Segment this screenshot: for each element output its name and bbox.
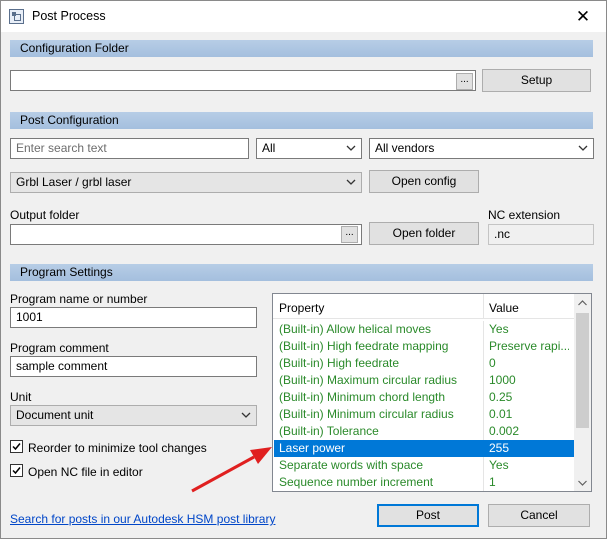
title-bar: Post Process ✕ <box>1 1 606 32</box>
unit-label: Unit <box>10 390 32 404</box>
property-value[interactable]: 255 <box>489 440 569 456</box>
property-value[interactable]: 0.002 <box>489 423 569 439</box>
filter-select-value: All <box>262 141 276 155</box>
property-name: (Built-in) Minimum chord length <box>279 390 446 404</box>
nc-extension-label: NC extension <box>488 208 561 222</box>
property-row[interactable]: Separate words with space Yes <box>274 457 574 474</box>
checkmark-icon <box>12 443 21 451</box>
cancel-button[interactable]: Cancel <box>488 504 590 527</box>
nc-extension-field[interactable]: .nc <box>488 224 594 245</box>
section-program-settings: Program Settings <box>10 264 593 281</box>
scroll-up-icon[interactable] <box>574 294 591 311</box>
property-grid[interactable]: Property Value (Built-in) Allow helical … <box>272 293 592 492</box>
output-folder-field[interactable] <box>10 224 362 245</box>
program-comment-input[interactable]: sample comment <box>10 356 257 377</box>
output-folder-label: Output folder <box>10 208 80 222</box>
property-name: Separate words with space <box>279 458 424 472</box>
property-row[interactable]: (Built-in) Maximum circular radius 1000 <box>274 372 574 389</box>
post-process-dialog: Post Process ✕ Configuration Folder ... … <box>0 0 607 539</box>
scrollbar-thumb[interactable] <box>576 313 589 428</box>
open-folder-button[interactable]: Open folder <box>369 222 479 245</box>
filter-select[interactable]: All <box>256 138 362 159</box>
section-post-configuration: Post Configuration <box>10 112 593 129</box>
post-processor-select-value: Grbl Laser / grbl laser <box>16 175 132 189</box>
chevron-down-icon <box>241 412 251 418</box>
vendor-select[interactable]: All vendors <box>369 138 594 159</box>
config-folder-path-field[interactable] <box>10 70 476 91</box>
program-comment-label: Program comment <box>10 341 109 355</box>
setup-button[interactable]: Setup <box>482 69 591 92</box>
property-grid-header: Property Value <box>273 294 574 319</box>
checkmark-icon <box>12 467 21 475</box>
output-folder-browse-button[interactable]: ... <box>341 226 358 243</box>
window-title: Post Process <box>32 9 106 23</box>
property-row[interactable]: Sequence number increment 1 <box>274 474 574 491</box>
property-name: (Built-in) High feedrate <box>279 356 400 370</box>
property-value[interactable]: Yes <box>489 321 569 337</box>
scroll-down-icon[interactable] <box>574 474 591 491</box>
vendor-select-value: All vendors <box>375 141 435 155</box>
chevron-down-icon <box>346 179 356 185</box>
property-name: (Built-in) High feedrate mapping <box>279 339 449 353</box>
open-config-button[interactable]: Open config <box>369 170 479 193</box>
vertical-scrollbar[interactable] <box>574 294 591 491</box>
property-row[interactable]: (Built-in) High feedrate 0 <box>274 355 574 372</box>
search-input[interactable]: Enter search text <box>10 138 249 159</box>
property-value[interactable]: 0 <box>489 355 569 371</box>
app-icon <box>9 9 24 24</box>
post-processor-select[interactable]: Grbl Laser / grbl laser <box>10 172 362 193</box>
property-row[interactable]: (Built-in) Minimum chord length 0.25 <box>274 389 574 406</box>
annotation-arrow-icon <box>191 447 272 493</box>
open-nc-checkbox[interactable] <box>10 464 23 477</box>
property-value[interactable]: 0.25 <box>489 389 569 405</box>
reorder-checkbox[interactable] <box>10 440 23 453</box>
property-name: Sequence number increment <box>279 475 434 489</box>
close-button[interactable]: ✕ <box>560 1 606 32</box>
config-folder-browse-button[interactable]: ... <box>456 73 473 90</box>
unit-select[interactable]: Document unit <box>10 405 257 426</box>
chevron-down-icon <box>346 145 356 151</box>
property-name: (Built-in) Maximum circular radius <box>279 373 458 387</box>
property-name: (Built-in) Allow helical moves <box>279 322 432 336</box>
unit-select-value: Document unit <box>16 408 94 422</box>
property-name: (Built-in) Tolerance <box>279 424 379 438</box>
property-name: Laser power <box>279 441 346 455</box>
property-column-header[interactable]: Property <box>279 301 324 315</box>
value-column-header[interactable]: Value <box>489 301 519 315</box>
program-name-label: Program name or number <box>10 292 148 306</box>
section-configuration-folder: Configuration Folder <box>10 40 593 57</box>
close-icon: ✕ <box>575 6 591 26</box>
chevron-down-icon <box>578 145 588 151</box>
property-row[interactable]: (Built-in) Minimum circular radius 0.01 <box>274 406 574 423</box>
property-value[interactable]: 0.01 <box>489 406 569 422</box>
post-library-link[interactable]: Search for posts in our Autodesk HSM pos… <box>10 512 275 526</box>
property-value[interactable]: 1000 <box>489 372 569 388</box>
property-row[interactable]: (Built-in) Tolerance 0.002 <box>274 423 574 440</box>
reorder-label[interactable]: Reorder to minimize tool changes <box>28 441 207 455</box>
property-row[interactable]: (Built-in) High feedrate mapping Preserve… <box>274 338 574 355</box>
property-row[interactable]: (Built-in) Allow helical moves Yes <box>274 321 574 338</box>
property-row[interactable]: Laser power 255 <box>274 440 574 457</box>
property-value[interactable]: Yes <box>489 457 569 473</box>
property-value[interactable]: 1 <box>489 474 569 490</box>
property-value[interactable]: Preserve rapi... <box>489 338 569 354</box>
post-button[interactable]: Post <box>377 504 479 527</box>
open-nc-label[interactable]: Open NC file in editor <box>28 465 143 479</box>
program-name-input[interactable]: 1001 <box>10 307 257 328</box>
property-name: (Built-in) Minimum circular radius <box>279 407 454 421</box>
